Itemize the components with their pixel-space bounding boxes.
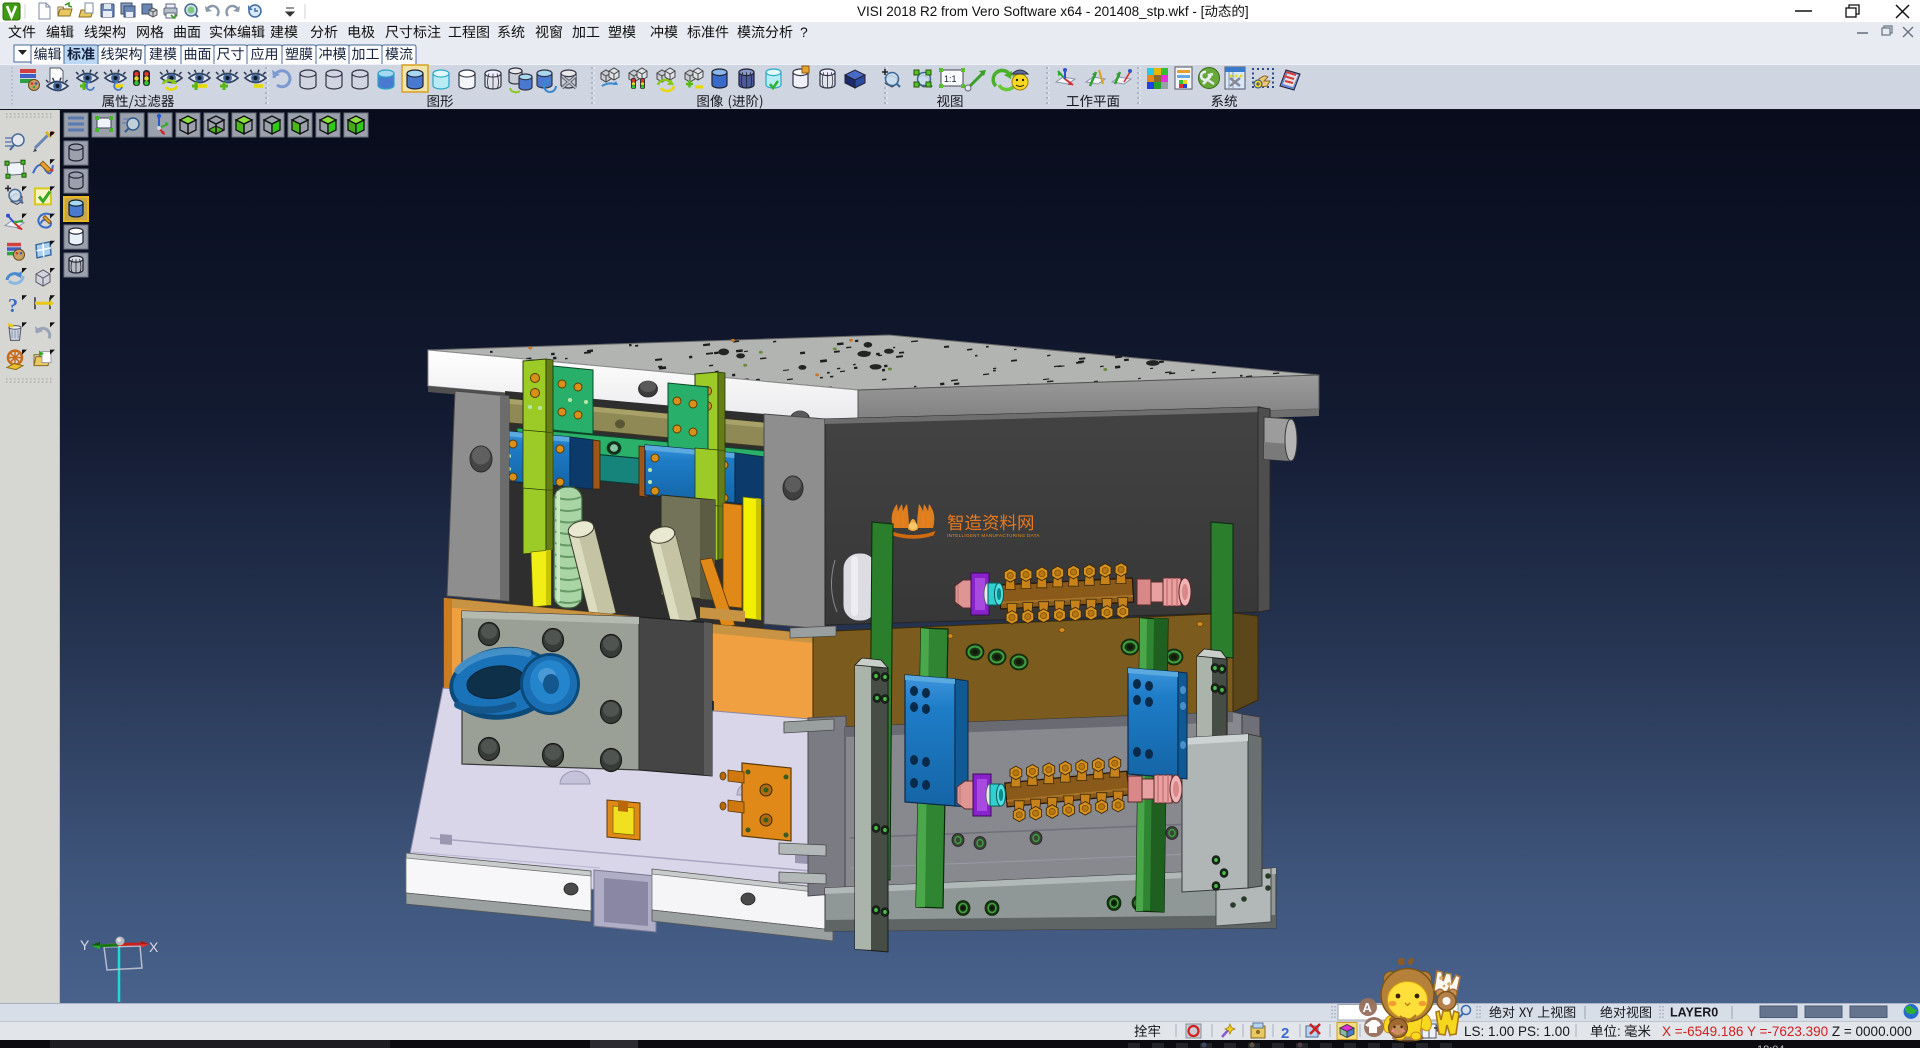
- svg-text:LAYER0: LAYER0: [1670, 1006, 1718, 1020]
- svg-text:18:04: 18:04: [1757, 1044, 1785, 1048]
- svg-text:VISI 2018 R2 from Vero Softwar: VISI 2018 R2 from Vero Software x64 - 20…: [857, 4, 1205, 19]
- svg-text:A: A: [1363, 1000, 1373, 1015]
- svg-text:X =-6549.186 Y =-7623.390 Z =: X =-6549.186 Y =-7623.390 Z = 0000.000: [1662, 1024, 1912, 1039]
- svg-text:LS: 1.00 PS: 1.00: LS: 1.00 PS: 1.00: [1464, 1024, 1570, 1039]
- svg-text:?: ?: [8, 295, 18, 317]
- svg-text:2: 2: [1281, 1025, 1289, 1042]
- svg-text:1:1: 1:1: [944, 74, 957, 84]
- svg-text::: :: [1617, 1024, 1621, 1039]
- svg-text:X: X: [149, 939, 159, 955]
- svg-text:?: ?: [800, 24, 808, 40]
- svg-text:Y: Y: [80, 937, 90, 953]
- svg-text:]: ]: [1245, 4, 1249, 19]
- svg-text:INTELLIGENT MANUFACTURING DATA: INTELLIGENT MANUFACTURING DATA: [947, 533, 1040, 538]
